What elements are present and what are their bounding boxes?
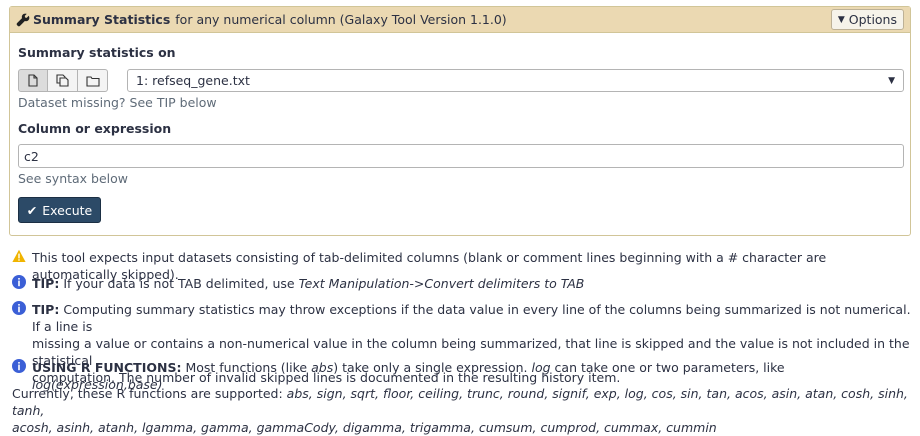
tip-note-1: TIP: If your data is not TAB delimited, …	[12, 275, 912, 292]
info-icon	[12, 359, 26, 373]
caret-down-icon: ▼	[837, 14, 845, 25]
dataset-select[interactable]: 1: refseq_gene.txt ▼	[127, 69, 904, 92]
input1-help: Dataset missing? See TIP below	[18, 95, 217, 110]
execute-label: Execute	[42, 202, 93, 218]
supported-line2: acosh, asinh, atanh, lgamma, gamma, gamm…	[12, 420, 717, 435]
folder-icon	[85, 75, 100, 87]
collection-button[interactable]	[78, 69, 108, 92]
single-dataset-icon	[28, 74, 38, 87]
column-expression-value: c2	[24, 148, 39, 164]
source-button-group	[18, 69, 108, 92]
tip2-line1: Computing summary statistics may throw e…	[32, 302, 911, 334]
check-icon: ✔	[26, 202, 38, 218]
tip1-text: If your data is not TAB delimited, use	[63, 276, 295, 291]
single-dataset-button[interactable]	[18, 69, 48, 92]
supported-functions: Currently, these R functions are support…	[12, 385, 912, 436]
tool-name: Summary Statistics	[33, 12, 171, 27]
wrench-icon	[16, 13, 30, 26]
rfunc-text-b: ) take only a single expression.	[333, 360, 528, 375]
column-label: Column or expression	[18, 121, 172, 136]
options-label: Options	[848, 12, 897, 27]
warning-icon	[12, 249, 26, 262]
info-icon	[12, 301, 26, 315]
column-help: See syntax below	[18, 171, 129, 186]
rfunc-label: USING R FUNCTIONS:	[32, 360, 182, 375]
tip1-tool-path: Text Manipulation->Convert delimiters to…	[298, 276, 585, 291]
info-icon	[12, 275, 26, 289]
column-expression-input[interactable]: c2	[18, 144, 904, 168]
rfunc-text-c: can take one or two parameters, like	[554, 360, 785, 375]
options-button[interactable]: ▼ Options	[830, 9, 904, 30]
supported-lead: Currently, these R functions are support…	[12, 386, 283, 401]
tip2-label: TIP:	[32, 302, 60, 317]
caret-down-icon: ▼	[888, 75, 895, 86]
tool-header: Summary Statistics for any numerical col…	[10, 7, 910, 33]
rfunc-text-a: Most functions (like	[185, 360, 308, 375]
dataset-select-value: 1: refseq_gene.txt	[136, 73, 250, 88]
multiple-datasets-icon	[56, 74, 69, 87]
multiple-datasets-button[interactable]	[48, 69, 78, 92]
input1-label: Summary statistics on	[18, 45, 176, 60]
rfunc-log: log	[531, 360, 551, 375]
tool-form-panel: Summary Statistics for any numerical col…	[9, 6, 911, 236]
execute-button[interactable]: ✔ Execute	[18, 197, 101, 223]
tip1-label: TIP:	[32, 276, 60, 291]
tool-description: for any numerical column (Galaxy Tool Ve…	[175, 12, 507, 27]
rfunc-abs: abs	[311, 360, 334, 375]
